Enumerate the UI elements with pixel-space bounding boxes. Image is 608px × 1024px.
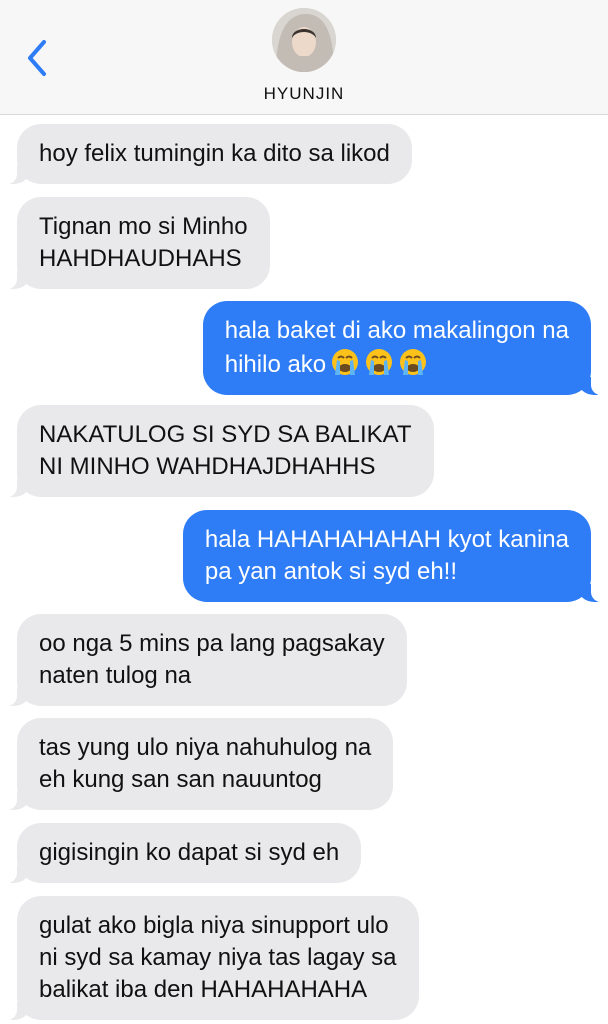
message-outgoing[interactable]: hala HAHAHAHAHAH kyot kanina pa yan anto…: [182, 510, 602, 602]
message-outgoing[interactable]: hala baket di ako makalingon na hihilo a…: [202, 301, 602, 395]
conversation-header: HYUNJIN: [0, 0, 608, 115]
message-incoming[interactable]: gigisingin ko dapat si syd eh: [6, 823, 362, 883]
message-incoming[interactable]: NAKATULOG SI SYD SA BALIKAT NI MINHO WAH…: [7, 405, 434, 497]
message-text: hala baket di ako makalingon na hihilo a…: [224, 317, 569, 378]
loudly-crying-face-icon: [366, 349, 393, 375]
chevron-left-icon[interactable]: [24, 38, 54, 78]
contact-name[interactable]: HYUNJIN: [0, 84, 608, 104]
message-incoming[interactable]: oo nga 5 mins pa lang pagsakay naten tul…: [7, 614, 407, 706]
loudly-crying-face-icon: [400, 349, 427, 375]
contact-avatar[interactable]: [272, 8, 336, 72]
message-incoming[interactable]: hoy felix tumingin ka dito sa likod: [7, 124, 412, 184]
message-incoming[interactable]: gulat ako bigla niya sinupport ulo ni sy…: [7, 896, 419, 1020]
message-incoming[interactable]: Tignan mo si Minho HAHDHAUDHAHS: [7, 197, 270, 289]
loudly-crying-face-icon: [332, 349, 359, 375]
message-incoming[interactable]: tas yung ulo niya nahuhulog na eh kung s…: [6, 718, 394, 810]
